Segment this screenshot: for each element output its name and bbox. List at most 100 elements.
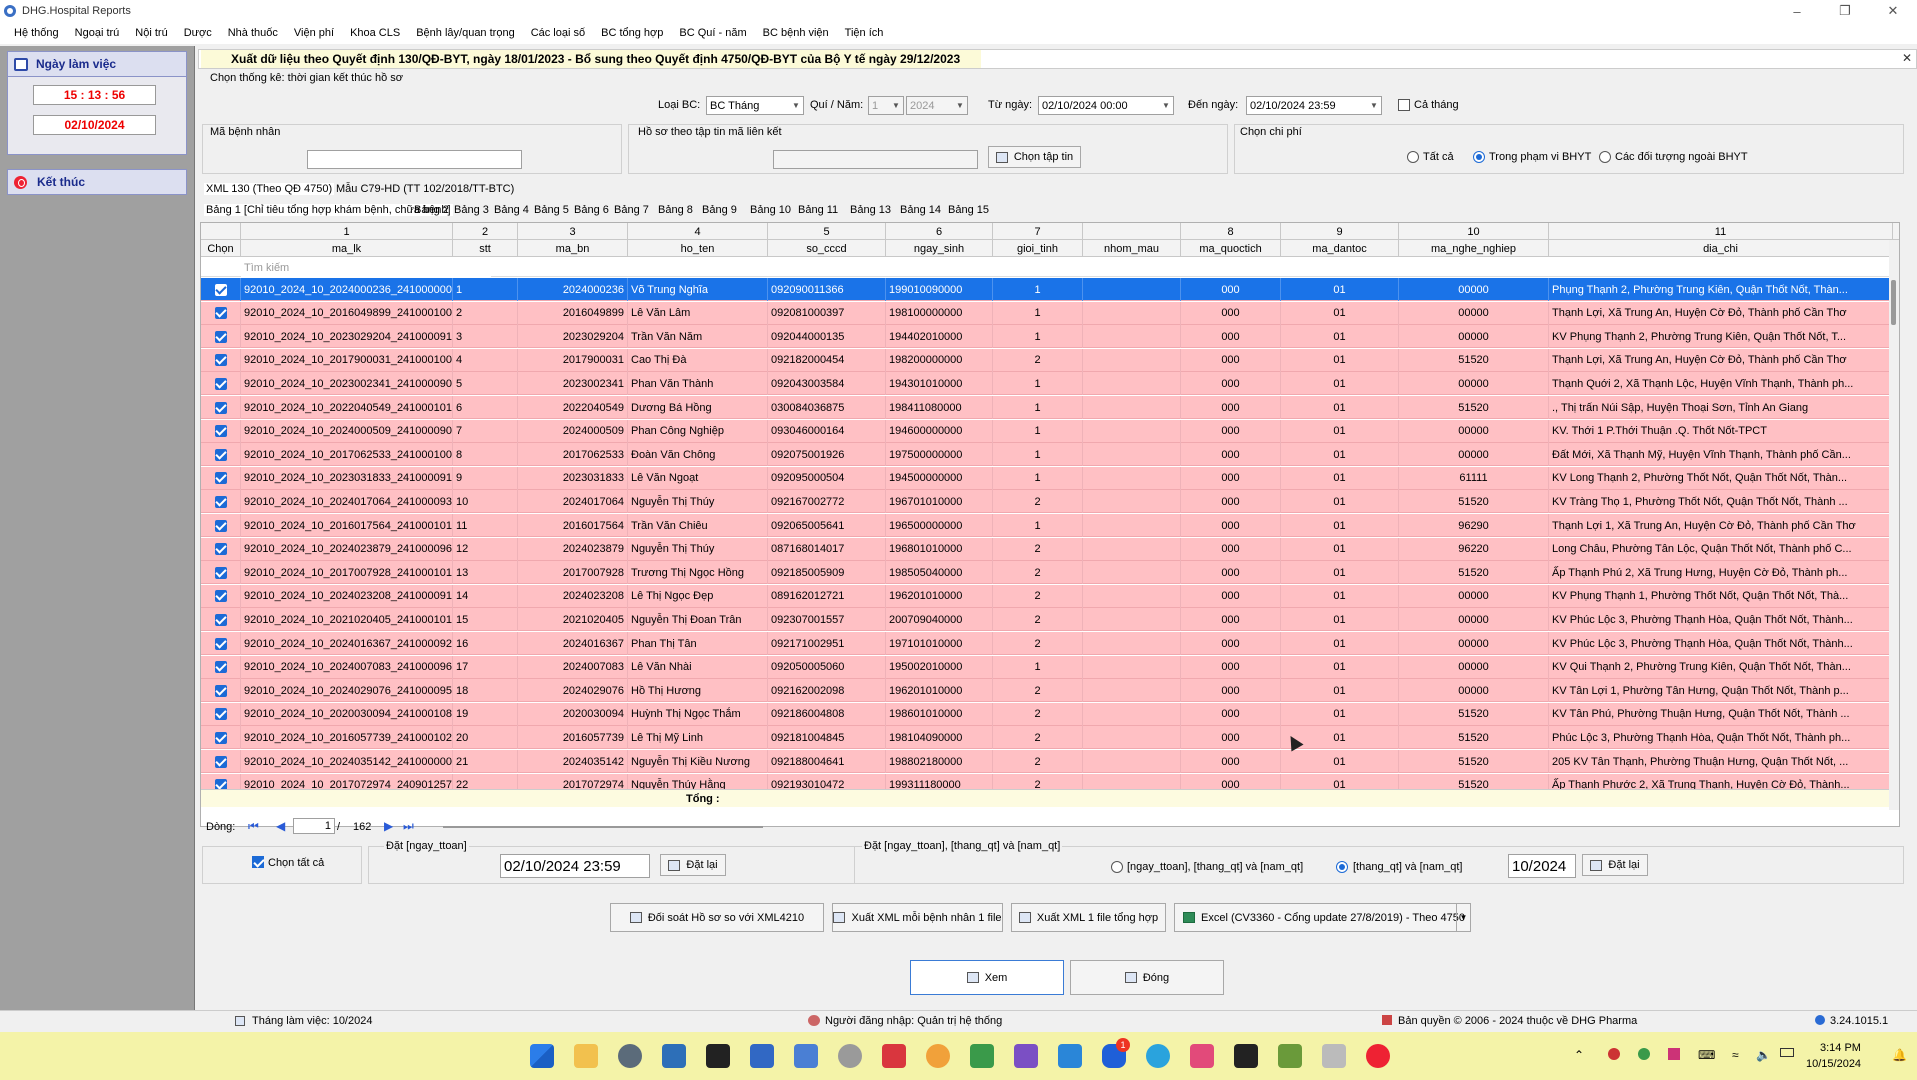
- menu-item[interactable]: Nội trú: [127, 27, 175, 39]
- tab-xml130[interactable]: XML 130 (Theo QĐ 4750): [204, 183, 335, 195]
- table-cell-ma-dantoc[interactable]: 01: [1281, 608, 1399, 632]
- table-cell-dia-chi[interactable]: KV Long Thạnh 2, Phường Thốt Nốt, Quận T…: [1549, 466, 1893, 490]
- notification-bell-icon[interactable]: 🔔: [1892, 1048, 1907, 1062]
- table-cell-ma-lk[interactable]: 92010_2024_10_2024000236_2410000008_202.…: [241, 278, 453, 301]
- row-select-cell[interactable]: [201, 655, 241, 679]
- table-cell-stt[interactable]: 14: [453, 584, 518, 608]
- cost-non-bhyt-radio[interactable]: [1599, 151, 1611, 163]
- restore-button[interactable]: ❐: [1821, 0, 1869, 22]
- cost-bhyt-radio[interactable]: [1473, 151, 1485, 163]
- table-cell-ho-ten[interactable]: Võ Trung Nghĩa: [628, 278, 768, 301]
- table-row[interactable]: 92010_2024_10_2024035142_2410000002_202.…: [201, 750, 1899, 773]
- table-cell-ma-quoctich[interactable]: 000: [1181, 561, 1281, 585]
- table-cell-stt[interactable]: 19: [453, 702, 518, 726]
- exit-button[interactable]: Kết thúc: [7, 169, 187, 195]
- menu-item[interactable]: Khoa CLS: [342, 27, 408, 39]
- table-cell-ma-nghe-nghiep[interactable]: 96290: [1399, 514, 1549, 537]
- export-summary-button[interactable]: Xuất XML 1 file tổng hợp: [1011, 903, 1166, 932]
- table-cell-ma-dantoc[interactable]: 01: [1281, 632, 1399, 655]
- table-cell-ngay-sinh[interactable]: 196801010000: [886, 537, 993, 561]
- tab-table-9[interactable]: Bảng 9: [702, 204, 737, 216]
- table-cell-ma-nghe-nghiep[interactable]: 00000: [1399, 419, 1549, 443]
- table-cell-ma-dantoc[interactable]: 01: [1281, 466, 1399, 490]
- table-cell-nhom-mau[interactable]: [1083, 514, 1181, 537]
- column-header-ma-bn[interactable]: ma_bn: [518, 240, 628, 257]
- table-cell-ho-ten[interactable]: Phan Công Nghiệp: [628, 419, 768, 443]
- table-cell-so-cccd[interactable]: 092044000135: [768, 325, 886, 349]
- table-cell-ma-quoctich[interactable]: 000: [1181, 584, 1281, 608]
- table-row[interactable]: 92010_2024_10_2024016367_2410000928 16 202…: [201, 632, 1899, 655]
- table-cell-so-cccd[interactable]: 092307001557: [768, 608, 886, 632]
- column-header-ngay-sinh[interactable]: ngay_sinh: [886, 240, 993, 257]
- table-cell-dia-chi[interactable]: Thạnh Quới 2, Xã Thạnh Lộc, Huyện Vĩnh T…: [1549, 372, 1893, 396]
- close-window-button[interactable]: ✕: [1869, 0, 1917, 22]
- table-cell-ngay-sinh[interactable]: 194301010000: [886, 372, 993, 396]
- table-cell-gioi-tinh[interactable]: 2: [993, 679, 1083, 703]
- table-cell-dia-chi[interactable]: Ấp Thạnh Phú 2, Xã Trung Hưng, Huyện Cờ …: [1549, 561, 1893, 585]
- table-cell-ma-lk[interactable]: 92010_2024_10_2017062533_2410001009: [241, 443, 453, 467]
- table-cell-nhom-mau[interactable]: [1083, 396, 1181, 419]
- table-cell-dia-chi[interactable]: Phúc Lộc 3, Phường Thạnh Hòa, Quận Thốt …: [1549, 726, 1893, 750]
- file-explorer-icon[interactable]: [574, 1044, 598, 1068]
- column-header-ma-dantoc[interactable]: ma_dantoc: [1281, 240, 1399, 257]
- table-cell-so-cccd[interactable]: 092167002772: [768, 490, 886, 514]
- table-cell-ma-bn[interactable]: 2024023879: [518, 537, 628, 561]
- table-cell-stt[interactable]: 3: [453, 325, 518, 349]
- table-cell-nhom-mau[interactable]: [1083, 750, 1181, 773]
- table-cell-ma-nghe-nghiep[interactable]: 00000: [1399, 372, 1549, 396]
- table-cell-ma-quoctich[interactable]: 000: [1181, 348, 1281, 372]
- row-select-cell[interactable]: [201, 325, 241, 349]
- table-cell-ma-lk[interactable]: 92010_2024_10_2023029204_2410000917: [241, 325, 453, 349]
- table-cell-ma-bn[interactable]: 2016017564: [518, 514, 628, 537]
- table-cell-ma-lk[interactable]: 92010_2024_10_2016057739_2410001021: [241, 726, 453, 750]
- table-cell-ma-nghe-nghiep[interactable]: 00000: [1399, 679, 1549, 703]
- table-cell-ma-bn[interactable]: 2024000236: [518, 278, 628, 301]
- table-cell-so-cccd[interactable]: 092182000454: [768, 348, 886, 372]
- row-checkbox[interactable]: [214, 283, 227, 296]
- menu-item[interactable]: Ngoại trú: [67, 27, 128, 39]
- table-cell-nhom-mau[interactable]: [1083, 372, 1181, 396]
- table-row[interactable]: 92010_2024_10_2024023879_2410000967 12 202…: [201, 537, 1899, 561]
- tab-table-5[interactable]: Bảng 5: [534, 204, 569, 216]
- table-cell-stt[interactable]: 5: [453, 372, 518, 396]
- row-select-cell[interactable]: [201, 514, 241, 537]
- table-cell-ma-quoctich[interactable]: 000: [1181, 702, 1281, 726]
- table-cell-gioi-tinh[interactable]: 1: [993, 372, 1083, 396]
- row-select-cell[interactable]: [201, 396, 241, 419]
- period-option1-radio[interactable]: [1111, 861, 1123, 873]
- table-cell-ngay-sinh[interactable]: 197101010000: [886, 632, 993, 655]
- table-cell-ho-ten[interactable]: Hồ Thị Hương: [628, 679, 768, 703]
- table-cell-ma-quoctich[interactable]: 000: [1181, 372, 1281, 396]
- table-cell-ma-lk[interactable]: 92010_2024_10_2017900031_2410001008: [241, 348, 453, 372]
- table-cell-ma-dantoc[interactable]: 01: [1281, 443, 1399, 467]
- table-cell-ma-nghe-nghiep[interactable]: 51520: [1399, 396, 1549, 419]
- table-cell-ma-nghe-nghiep[interactable]: 00000: [1399, 278, 1549, 301]
- row-select-cell[interactable]: [201, 584, 241, 608]
- table-cell-ngay-sinh[interactable]: 198802180000: [886, 750, 993, 773]
- menu-item[interactable]: BC tổng hợp: [593, 27, 671, 39]
- tray-chevron-icon[interactable]: ⌃: [1574, 1048, 1584, 1062]
- table-cell-dia-chi[interactable]: KV Qui Thạnh 2, Phường Trung Kiên, Quận …: [1549, 655, 1893, 679]
- table-row[interactable]: 92010_2024_10_2024017064_2410000939 10 202…: [201, 490, 1899, 514]
- table-cell-ma-quoctich[interactable]: 000: [1181, 632, 1281, 655]
- table-cell-ma-bn[interactable]: 2022040549: [518, 396, 628, 419]
- table-cell-so-cccd[interactable]: 092075001926: [768, 443, 886, 467]
- scroll-thumb[interactable]: [1891, 280, 1896, 325]
- photos-icon[interactable]: [794, 1044, 818, 1068]
- table-cell-nhom-mau[interactable]: [1083, 278, 1181, 301]
- table-row[interactable]: 92010_2024_10_2020030094_2410001084 19 202…: [201, 702, 1899, 726]
- table-cell-so-cccd[interactable]: 092188004641: [768, 750, 886, 773]
- app-s-icon[interactable]: [882, 1044, 906, 1068]
- table-cell-ma-nghe-nghiep[interactable]: 51520: [1399, 561, 1549, 585]
- search-input[interactable]: Tìm kiếm: [241, 258, 491, 277]
- row-select-cell[interactable]: [201, 702, 241, 726]
- table-cell-ma-dantoc[interactable]: 01: [1281, 348, 1399, 372]
- table-cell-ho-ten[interactable]: Lê Văn Ngoạt: [628, 466, 768, 490]
- row-checkbox[interactable]: [214, 661, 227, 674]
- table-cell-ho-ten[interactable]: Dương Bá Hồng: [628, 396, 768, 419]
- table-cell-so-cccd[interactable]: 092186004808: [768, 702, 886, 726]
- row-checkbox[interactable]: [214, 377, 227, 390]
- row-select-cell[interactable]: [201, 632, 241, 655]
- table-cell-nhom-mau[interactable]: [1083, 726, 1181, 750]
- row-checkbox[interactable]: [214, 684, 227, 697]
